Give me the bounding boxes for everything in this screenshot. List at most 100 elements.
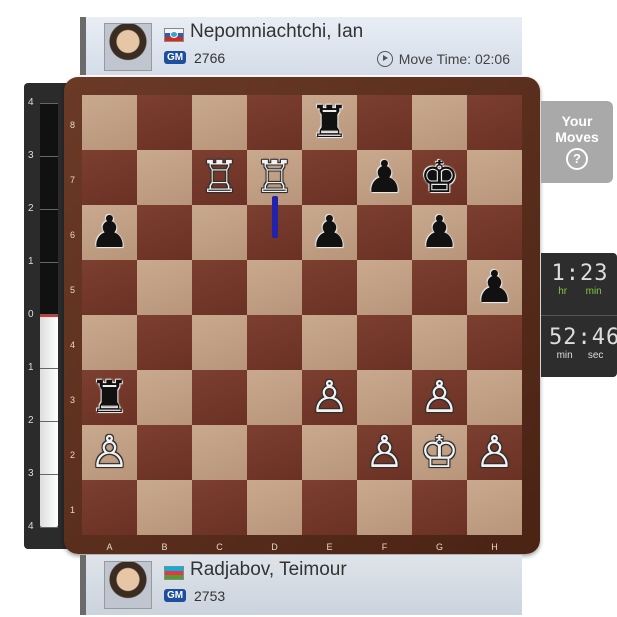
- square-b5[interactable]: [137, 260, 192, 315]
- white-pawn-icon[interactable]: ♙: [475, 425, 514, 480]
- square-g3[interactable]: ♙: [412, 370, 467, 425]
- your-moves-label-2: Moves: [555, 129, 599, 145]
- evaluation-tick: [40, 527, 58, 528]
- your-moves-button[interactable]: Your Moves ?: [541, 101, 613, 183]
- square-b8[interactable]: [137, 95, 192, 150]
- square-c6[interactable]: [192, 205, 247, 260]
- square-d2[interactable]: [247, 425, 302, 480]
- square-f4[interactable]: [357, 315, 412, 370]
- black-king-icon[interactable]: ♚: [420, 150, 459, 205]
- chess-board[interactable]: ♜ ♖ ♖ ♟ ♚ ♟ ♟ ♟ ♟ ♜ ♙ ♙ ♙ ♙ ♔ ♙: [82, 95, 522, 535]
- russia-flag-icon: [164, 28, 184, 42]
- evaluation-tick: [40, 262, 58, 263]
- square-g2[interactable]: ♔: [412, 425, 467, 480]
- white-rook-icon[interactable]: ♖: [200, 150, 239, 205]
- square-f8[interactable]: [357, 95, 412, 150]
- square-b6[interactable]: [137, 205, 192, 260]
- black-pawn-icon[interactable]: ♟: [420, 205, 459, 260]
- square-e8[interactable]: ♜: [302, 95, 357, 150]
- square-f6[interactable]: [357, 205, 412, 260]
- square-e4[interactable]: [302, 315, 357, 370]
- square-f1[interactable]: [357, 480, 412, 535]
- square-a1[interactable]: [82, 480, 137, 535]
- black-pawn-icon[interactable]: ♟: [475, 260, 514, 315]
- white-pawn-icon[interactable]: ♙: [90, 425, 129, 480]
- clock-unit-hours: hr: [558, 286, 568, 297]
- game-clock-panel: 1:23 hr min 52:46 min sec: [541, 253, 617, 377]
- black-pawn-icon[interactable]: ♟: [365, 150, 404, 205]
- square-a4[interactable]: [82, 315, 137, 370]
- square-f2[interactable]: ♙: [357, 425, 412, 480]
- square-e5[interactable]: [302, 260, 357, 315]
- title-badge: GM: [164, 51, 187, 64]
- rank-label-7: 7: [70, 175, 76, 185]
- square-c3[interactable]: [192, 370, 247, 425]
- rank-label-5: 5: [70, 285, 76, 295]
- square-f7[interactable]: ♟: [357, 150, 412, 205]
- black-pawn-icon[interactable]: ♟: [90, 205, 129, 260]
- square-h3[interactable]: [467, 370, 522, 425]
- square-c2[interactable]: [192, 425, 247, 480]
- square-a6[interactable]: ♟: [82, 205, 137, 260]
- move-time-label: Move Time: 02:06: [398, 51, 510, 67]
- square-d5[interactable]: [247, 260, 302, 315]
- square-g5[interactable]: [412, 260, 467, 315]
- square-b7[interactable]: [137, 150, 192, 205]
- evaluation-tick: [40, 474, 58, 475]
- square-h1[interactable]: [467, 480, 522, 535]
- square-b3[interactable]: [137, 370, 192, 425]
- square-h8[interactable]: [467, 95, 522, 150]
- square-g1[interactable]: [412, 480, 467, 535]
- square-b1[interactable]: [137, 480, 192, 535]
- square-c8[interactable]: [192, 95, 247, 150]
- square-g7[interactable]: ♚: [412, 150, 467, 205]
- avatar: [104, 23, 152, 71]
- white-pawn-icon[interactable]: ♙: [365, 425, 404, 480]
- square-g8[interactable]: [412, 95, 467, 150]
- top-player-panel: Nepomniachtchi, Ian GM 2766 Move Time: 0…: [80, 17, 522, 75]
- square-c5[interactable]: [192, 260, 247, 315]
- white-king-icon[interactable]: ♔: [420, 425, 459, 480]
- square-a2[interactable]: ♙: [82, 425, 137, 480]
- square-g6[interactable]: ♟: [412, 205, 467, 260]
- black-rook-icon[interactable]: ♜: [90, 370, 129, 425]
- square-d3[interactable]: [247, 370, 302, 425]
- square-e6[interactable]: ♟: [302, 205, 357, 260]
- square-h7[interactable]: [467, 150, 522, 205]
- square-e7[interactable]: [302, 150, 357, 205]
- square-h4[interactable]: [467, 315, 522, 370]
- square-a7[interactable]: [82, 150, 137, 205]
- evaluation-tick: [40, 103, 58, 104]
- game-clock-digits: 1:23: [551, 261, 609, 286]
- square-a3[interactable]: ♜: [82, 370, 137, 425]
- black-rook-icon[interactable]: ♜: [310, 95, 349, 150]
- square-d1[interactable]: [247, 480, 302, 535]
- square-h5[interactable]: ♟: [467, 260, 522, 315]
- square-d8[interactable]: [247, 95, 302, 150]
- clock-unit-minutes: min: [585, 286, 602, 297]
- move-time: Move Time: 02:06: [376, 51, 510, 67]
- square-e2[interactable]: [302, 425, 357, 480]
- square-b2[interactable]: [137, 425, 192, 480]
- square-c7[interactable]: ♖: [192, 150, 247, 205]
- square-d4[interactable]: [247, 315, 302, 370]
- square-c1[interactable]: [192, 480, 247, 535]
- square-f5[interactable]: [357, 260, 412, 315]
- evaluation-tick: [40, 209, 58, 210]
- square-f3[interactable]: [357, 370, 412, 425]
- square-h6[interactable]: [467, 205, 522, 260]
- square-b4[interactable]: [137, 315, 192, 370]
- white-pawn-icon[interactable]: ♙: [310, 370, 349, 425]
- square-e3[interactable]: ♙: [302, 370, 357, 425]
- help-icon[interactable]: ?: [566, 148, 588, 170]
- square-c4[interactable]: [192, 315, 247, 370]
- square-e1[interactable]: [302, 480, 357, 535]
- black-pawn-icon[interactable]: ♟: [310, 205, 349, 260]
- game-clock: 1:23 hr min: [549, 261, 611, 297]
- last-move-marker: [272, 196, 278, 238]
- white-pawn-icon[interactable]: ♙: [420, 370, 459, 425]
- square-g4[interactable]: [412, 315, 467, 370]
- square-h2[interactable]: ♙: [467, 425, 522, 480]
- square-a8[interactable]: [82, 95, 137, 150]
- square-a5[interactable]: [82, 260, 137, 315]
